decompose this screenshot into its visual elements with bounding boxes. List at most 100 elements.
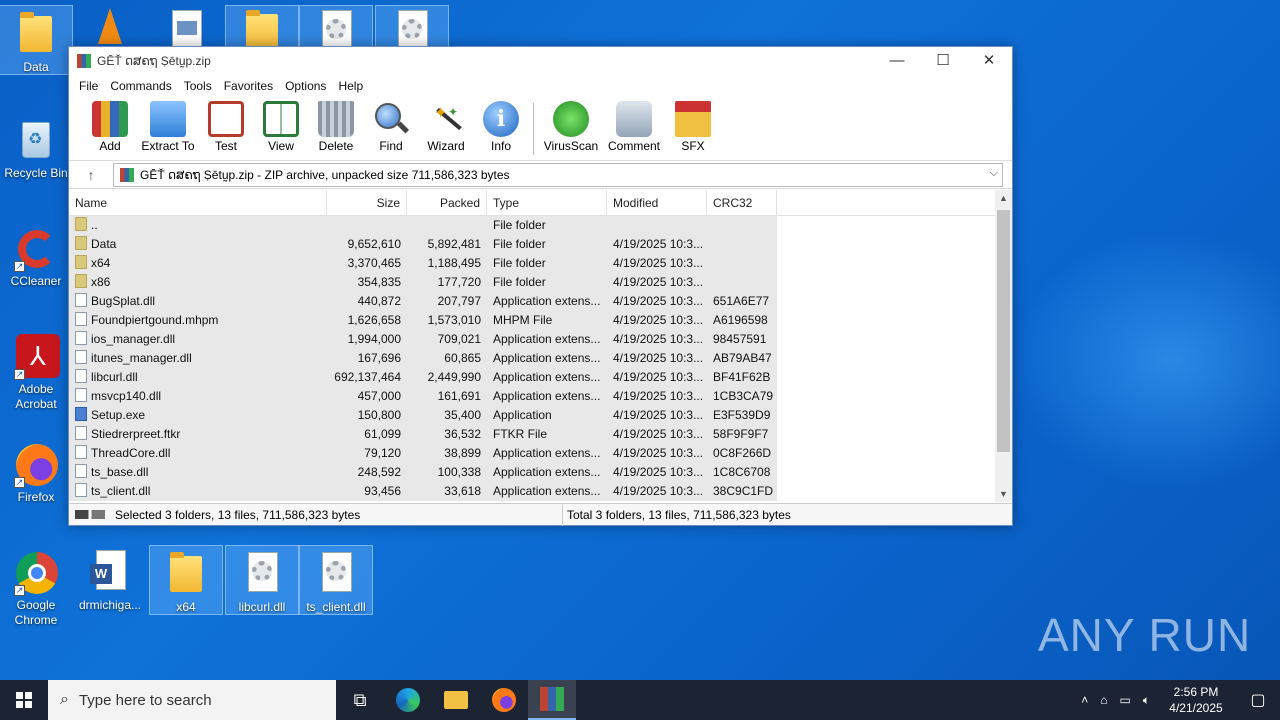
table-row[interactable]: x86 354,835 177,720 File folder 4/19/2025 10…: [69, 273, 777, 292]
taskbar-search[interactable]: ⌕ Type here to search: [48, 680, 336, 720]
desktop-icon-data[interactable]: Data: [0, 5, 73, 75]
maximize-button[interactable]: ☐: [920, 47, 966, 75]
scrollbar-thumb[interactable]: [997, 210, 1010, 452]
table-row[interactable]: ts_client.dll 93,456 33,618 Application ext…: [69, 482, 777, 501]
view-button[interactable]: View: [254, 97, 308, 153]
extract-to-button[interactable]: Extract To: [138, 97, 198, 153]
address-bar: ↑ GĒŤ ດສຄຖ Ṣētṵp.zip - ZIP archive, unpa…: [69, 161, 1012, 189]
close-button[interactable]: ✕: [966, 47, 1012, 75]
table-row[interactable]: libcurl.dll 692,137,464 2,449,990 Applicati…: [69, 368, 777, 387]
column-size[interactable]: Size: [327, 190, 407, 215]
sfx-button[interactable]: SFX: [666, 97, 720, 153]
sfx-box-icon: [675, 101, 711, 137]
cell-modified-text: 4/19/2025 10:3...: [613, 427, 704, 441]
winrar-icon: [540, 687, 564, 711]
desktop-icon-dll-top-2[interactable]: [375, 5, 449, 50]
cell-name: Stiedrerpreet.ftkr: [69, 425, 327, 444]
start-button[interactable]: [0, 680, 48, 720]
cell-modified-text: 4/19/2025 10:3...: [613, 446, 704, 460]
table-row[interactable]: Stiedrerpreet.ftkr 61,099 36,532 FTKR File 4…: [69, 425, 777, 444]
desktop-icon-firefox[interactable]: ↗ Firefox: [0, 436, 72, 505]
edge-taskbar-button[interactable]: [384, 680, 432, 720]
table-row[interactable]: .. File folder: [69, 216, 777, 235]
desktop-icon-word-doc[interactable]: W drmichiga...: [74, 544, 146, 613]
cell-name-text: Stiedrerpreet.ftkr: [91, 427, 181, 441]
column-packed[interactable]: Packed: [407, 190, 487, 215]
clock[interactable]: 2:56 PM 4/21/2025: [1156, 684, 1236, 716]
cell-name-text: ios_manager.dll: [91, 332, 176, 346]
menu-favorites[interactable]: Favorites: [218, 79, 279, 93]
cell-type: File folder: [487, 216, 607, 235]
cell-packed: 35,400: [407, 406, 487, 425]
find-button[interactable]: Find: [364, 97, 418, 153]
desktop-icon-vlc[interactable]: [74, 6, 146, 46]
info-button[interactable]: i Info: [474, 97, 528, 153]
cell-size-text: 167,696: [357, 351, 401, 365]
firefox-taskbar-button[interactable]: [480, 680, 528, 720]
table-row[interactable]: Setup.exe 150,800 35,400 Application 4/19/20…: [69, 406, 777, 425]
column-crc32[interactable]: CRC32: [707, 190, 777, 215]
menu-commands[interactable]: Commands: [104, 79, 177, 93]
scroll-down-icon[interactable]: ▼: [995, 486, 1012, 502]
delete-button[interactable]: Delete: [309, 97, 363, 153]
cell-size: 1,994,000: [327, 330, 407, 349]
title-bar[interactable]: GĒŤ ດສຄຖ Ṣētṵp.zip — ☐ ✕: [69, 47, 1012, 75]
table-row[interactable]: itunes_manager.dll 167,696 60,865 Applicati…: [69, 349, 777, 368]
desktop-icon-google-chrome[interactable]: ↗ Google Chrome: [0, 544, 72, 628]
desktop-icon-adobe-acrobat[interactable]: ⅄ ↗ Adobe Acrobat: [0, 328, 72, 412]
table-row[interactable]: ts_base.dll 248,592 100,338 Application ext…: [69, 463, 777, 482]
volume-icon[interactable]: 🔈︎: [1137, 693, 1156, 708]
table-row[interactable]: ThreadCore.dll 79,120 38,899 Application ex…: [69, 444, 777, 463]
virusscan-button[interactable]: VirusScan: [540, 97, 602, 153]
table-row[interactable]: ios_manager.dll 1,994,000 709,021 Applicati…: [69, 330, 777, 349]
desktop-icon-x64[interactable]: x64: [149, 545, 223, 615]
desktop-icon-ts-client[interactable]: ts_client.dll: [299, 545, 373, 615]
table-row[interactable]: msvcp140.dll 457,000 161,691 Application ex…: [69, 387, 777, 406]
cell-crc32-text: 98457591: [713, 332, 767, 346]
table-row[interactable]: BugSplat.dll 440,872 207,797 Application ex…: [69, 292, 777, 311]
wizard-button[interactable]: ✦ ✦ Wizard: [419, 97, 473, 153]
desktop-icon-recycle-bin[interactable]: ♻ Recycle Bin: [0, 112, 72, 181]
desktop-icon-image-file[interactable]: [150, 6, 222, 50]
menu-options[interactable]: Options: [279, 79, 332, 93]
vertical-scrollbar[interactable]: ▲ ▼: [995, 190, 1012, 502]
cell-crc32: [707, 254, 777, 273]
column-modified[interactable]: Modified: [607, 190, 707, 215]
task-view-button[interactable]: ⧉: [336, 680, 384, 720]
table-row[interactable]: x64 3,370,465 1,188,495 File folder 4/19/202…: [69, 254, 777, 273]
cell-size: 167,696: [327, 349, 407, 368]
menu-tools[interactable]: Tools: [178, 79, 218, 93]
notification-icon[interactable]: ▢: [1236, 690, 1280, 710]
cell-size: 692,137,464: [327, 368, 407, 387]
menu-file[interactable]: File: [73, 79, 104, 93]
desktop-icon-ccleaner[interactable]: ↗ CCleaner: [0, 220, 72, 289]
add-button[interactable]: Add: [83, 97, 137, 153]
explorer-taskbar-button[interactable]: [432, 680, 480, 720]
chevron-down-icon[interactable]: ⌵: [990, 167, 998, 180]
column-type[interactable]: Type: [487, 190, 607, 215]
magnifier-icon: [373, 101, 410, 137]
up-arrow-icon[interactable]: ↑: [69, 167, 113, 183]
address-text: GĒŤ ດສຄຖ Ṣētṵp.zip - ZIP archive, unpack…: [140, 167, 510, 182]
desktop-icon-libcurl[interactable]: libcurl.dll: [225, 545, 299, 615]
cell-modified: 4/19/2025 10:3...: [607, 444, 707, 463]
table-row[interactable]: Foundpiertgound.mhpm 1,626,658 1,573,010 MH…: [69, 311, 777, 330]
column-name[interactable]: Name: [69, 190, 327, 215]
desktop-icon-folder-top[interactable]: [225, 5, 299, 50]
network-icon[interactable]: ▭: [1113, 693, 1136, 707]
cell-name: ios_manager.dll: [69, 330, 327, 349]
scroll-up-icon[interactable]: ▲: [995, 190, 1012, 206]
cell-crc32: 651A6E77: [707, 292, 777, 311]
comment-button[interactable]: Comment: [603, 97, 665, 153]
minimize-button[interactable]: —: [874, 47, 920, 75]
winrar-taskbar-button[interactable]: [528, 680, 576, 720]
chevron-up-icon[interactable]: ˄: [1075, 693, 1094, 707]
table-row[interactable]: Data 9,652,610 5,892,481 File folder 4/19/20…: [69, 235, 777, 254]
cell-type: File folder: [487, 235, 607, 254]
desktop-icon-dll-top-1[interactable]: [299, 5, 373, 50]
meet-now-icon[interactable]: ⌂: [1094, 693, 1113, 707]
menu-help[interactable]: Help: [332, 79, 369, 93]
cell-packed: 161,691: [407, 387, 487, 406]
address-field[interactable]: GĒŤ ດສຄຖ Ṣētṵp.zip - ZIP archive, unpack…: [113, 162, 1003, 187]
test-button[interactable]: Test: [199, 97, 253, 153]
